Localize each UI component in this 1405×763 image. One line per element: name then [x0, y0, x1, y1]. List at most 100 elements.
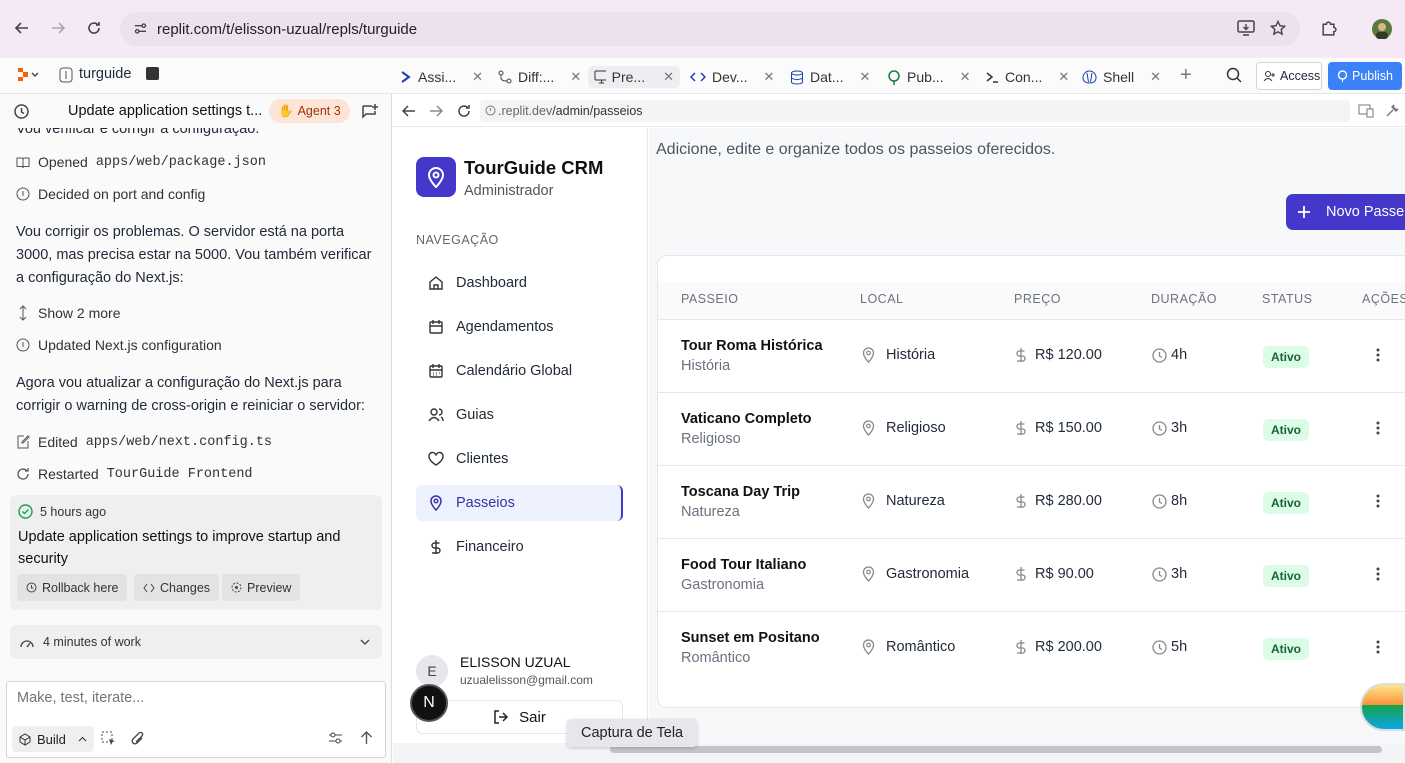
changes-button[interactable]: Changes — [134, 574, 220, 601]
tab-preview[interactable]: Pre... ✕ — [588, 66, 680, 88]
brand-role: Administrador — [464, 183, 554, 199]
tour-name[interactable]: Food Tour Italiano — [681, 557, 806, 573]
work-summary[interactable]: 4 minutes of work — [10, 625, 382, 659]
access-button[interactable]: Access — [1256, 62, 1322, 90]
nav-item-guias[interactable]: Guias — [416, 397, 623, 433]
tour-local: História — [861, 347, 935, 363]
column-header-passeio[interactable]: PASSEIO — [681, 292, 738, 306]
column-header-preco[interactable]: PREÇO — [1014, 292, 1061, 306]
search-icon[interactable] — [1226, 67, 1242, 83]
project-name[interactable]: turguide — [79, 66, 131, 82]
nav-label: Passeios — [456, 495, 515, 511]
horizontal-scrollbar-thumb[interactable] — [610, 746, 1382, 753]
nav-item-clientes[interactable]: Clientes — [416, 441, 623, 477]
wrench-icon[interactable] — [1385, 103, 1400, 118]
close-icon[interactable]: ✕ — [764, 69, 775, 85]
page-subtitle: Adicione, edite e organize todos os pass… — [656, 141, 1056, 158]
forward-icon[interactable] — [50, 20, 66, 36]
new-chat-icon[interactable] — [361, 103, 378, 120]
nav-item-passeios[interactable]: Passeios — [416, 485, 623, 521]
close-icon[interactable]: ✕ — [570, 69, 581, 85]
agent-session-title[interactable]: Update application settings t... — [68, 103, 262, 119]
code-icon — [143, 583, 155, 593]
profile-avatar[interactable] — [1372, 19, 1392, 39]
nav-item-calendario-global[interactable]: Calendário Global — [416, 353, 623, 389]
more-vertical-icon[interactable] — [1370, 639, 1386, 655]
close-icon[interactable]: ✕ — [859, 69, 870, 85]
tour-local: Natureza — [861, 493, 945, 509]
build-mode-button[interactable]: Build — [12, 726, 94, 752]
new-tab-plus-icon[interactable]: + — [1180, 64, 1192, 87]
column-header-local[interactable]: LOCAL — [860, 292, 904, 306]
nav-item-dashboard[interactable]: Dashboard — [416, 265, 623, 301]
back-icon[interactable] — [14, 20, 30, 36]
publish-button[interactable]: Publish — [1328, 62, 1402, 90]
preview-url-bar[interactable]: .replit.dev/admin/passeios — [480, 100, 1350, 122]
close-icon[interactable]: ✕ — [1150, 69, 1161, 85]
close-icon[interactable]: ✕ — [663, 69, 674, 85]
tab-diff[interactable]: Diff:... ✕ — [498, 66, 581, 88]
tab-publish[interactable]: Pub... ✕ — [887, 66, 971, 88]
nav-label: Dashboard — [456, 275, 527, 291]
agent-message-1: Vou corrigir os problemas. O servidor es… — [16, 224, 372, 286]
extensions-icon[interactable] — [1320, 20, 1337, 37]
avatar[interactable]: E — [416, 655, 448, 687]
replit-topbar: turguide Assi... ✕ Diff:... ✕ Pre... ✕ Dev.… — [0, 58, 1405, 94]
rollback-button[interactable]: Rollback here — [17, 574, 128, 601]
paperclip-icon[interactable] — [131, 731, 145, 746]
updated-row[interactable]: Updated Next.js configuration — [16, 337, 222, 353]
more-vertical-icon[interactable] — [1370, 493, 1386, 509]
close-icon[interactable]: ✕ — [1058, 69, 1069, 85]
more-vertical-icon[interactable] — [1370, 420, 1386, 436]
close-icon[interactable]: ✕ — [472, 69, 483, 85]
tour-name[interactable]: Sunset em Positano — [681, 630, 820, 646]
more-vertical-icon[interactable] — [1370, 566, 1386, 582]
preview-reload-icon[interactable] — [456, 103, 472, 119]
restarted-row[interactable]: Restarted TourGuide Frontend — [16, 466, 253, 482]
price-text: R$ 280.00 — [1035, 493, 1102, 509]
url-text[interactable]: replit.com/t/elisson-uzual/repls/turguid… — [157, 21, 417, 38]
tour-name[interactable]: Toscana Day Trip — [681, 484, 800, 500]
brand-name: TourGuide CRM — [464, 157, 604, 178]
select-element-icon[interactable] — [101, 731, 116, 746]
tour-name[interactable]: Vaticano Completo — [681, 411, 812, 427]
settings-sliders-icon[interactable] — [328, 731, 343, 745]
nav-item-agendamentos[interactable]: Agendamentos — [416, 309, 623, 345]
preview-forward-icon[interactable] — [429, 104, 443, 118]
column-header-status[interactable]: STATUS — [1262, 292, 1312, 306]
edited-row[interactable]: Edited apps/web/next.config.ts — [16, 434, 272, 450]
tab-console[interactable]: Con... ✕ — [985, 66, 1069, 88]
show-more-button[interactable]: Show 2 more — [16, 305, 120, 321]
send-arrow-icon[interactable] — [360, 730, 373, 745]
star-icon[interactable] — [1270, 20, 1286, 36]
tab-database[interactable]: Dat... ✕ — [790, 66, 870, 88]
replit-logo-icon[interactable] — [16, 67, 40, 83]
decided-row[interactable]: Decided on port and config — [16, 186, 205, 202]
price-text: R$ 150.00 — [1035, 420, 1102, 436]
nav-item-financeiro[interactable]: Financeiro — [416, 529, 623, 565]
more-vertical-icon[interactable] — [1370, 347, 1386, 363]
nav-heading: NAVEGAÇÃO — [416, 233, 499, 247]
history-icon[interactable] — [13, 103, 30, 120]
reload-icon[interactable] — [86, 20, 102, 36]
devices-icon[interactable] — [1358, 104, 1374, 118]
stop-icon[interactable] — [146, 67, 159, 80]
prompt-input[interactable] — [17, 690, 367, 706]
tab-shell[interactable]: Shell ✕ — [1082, 66, 1161, 88]
tab-devtools[interactable]: Dev... ✕ — [690, 66, 774, 88]
map-pin-icon — [861, 493, 876, 509]
opened-file-row[interactable]: Opened apps/web/package.json — [16, 154, 266, 170]
site-settings-icon[interactable] — [133, 21, 148, 36]
preview-button[interactable]: Preview — [222, 574, 301, 601]
column-header-acoes[interactable]: AÇÕES — [1362, 292, 1405, 306]
tab-label: Dat... — [810, 69, 844, 85]
assistant-palm-icon[interactable] — [1360, 683, 1405, 731]
close-icon[interactable]: ✕ — [960, 69, 971, 85]
tab-assistant[interactable]: Assi... ✕ — [400, 66, 483, 88]
install-icon[interactable] — [1237, 20, 1255, 36]
preview-back-icon[interactable] — [402, 104, 416, 118]
next-dev-badge[interactable]: N — [410, 684, 448, 722]
new-tour-button[interactable]: Novo Passe — [1286, 194, 1405, 230]
tour-name[interactable]: Tour Roma Histórica — [681, 338, 823, 354]
column-header-duracao[interactable]: DURAÇÃO — [1151, 292, 1217, 306]
